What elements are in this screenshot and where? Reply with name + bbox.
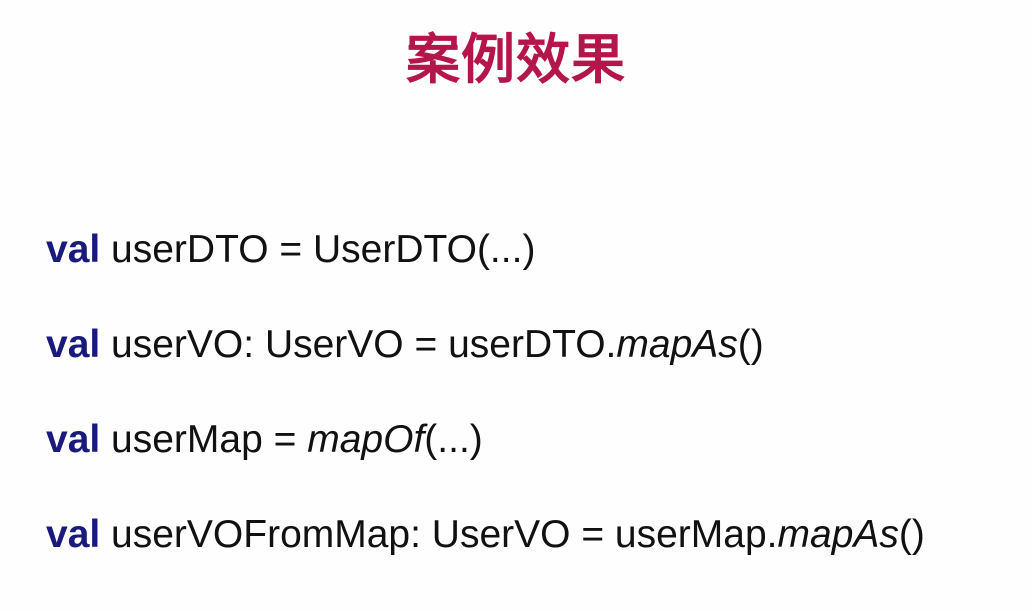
- slide: 案例效果 val userDTO = UserDTO(...) val user…: [0, 0, 1032, 611]
- function-name: mapAs: [616, 323, 738, 366]
- code-line-user-map: val userMap = mapOf(...): [46, 408, 1026, 472]
- code-text: userVOFromMap: UserVO = userMap.: [100, 513, 778, 556]
- code-block: val userDTO = UserDTO(...) val userVO: U…: [46, 218, 1026, 567]
- val-keyword: val: [46, 228, 101, 271]
- code-text: userDTO = UserDTO(...): [100, 228, 536, 271]
- code-line-user-vo: val userVO: UserVO = userDTO.mapAs(): [46, 313, 1026, 377]
- code-line-user-dto: val userDTO = UserDTO(...): [46, 218, 1026, 282]
- code-text: (...): [424, 418, 483, 461]
- val-keyword: val: [46, 323, 101, 366]
- function-name: mapOf: [307, 418, 425, 461]
- code-text: userMap =: [100, 418, 308, 461]
- val-keyword: val: [46, 418, 101, 461]
- code-line-user-vo-from-map: val userVOFromMap: UserVO = userMap.mapA…: [46, 503, 1026, 567]
- function-name: mapAs: [777, 513, 899, 556]
- slide-title: 案例效果: [406, 28, 626, 91]
- code-text: userVO: UserVO = userDTO.: [100, 323, 617, 366]
- val-keyword: val: [46, 513, 101, 556]
- code-text: (): [737, 323, 764, 366]
- code-text: (): [898, 513, 925, 556]
